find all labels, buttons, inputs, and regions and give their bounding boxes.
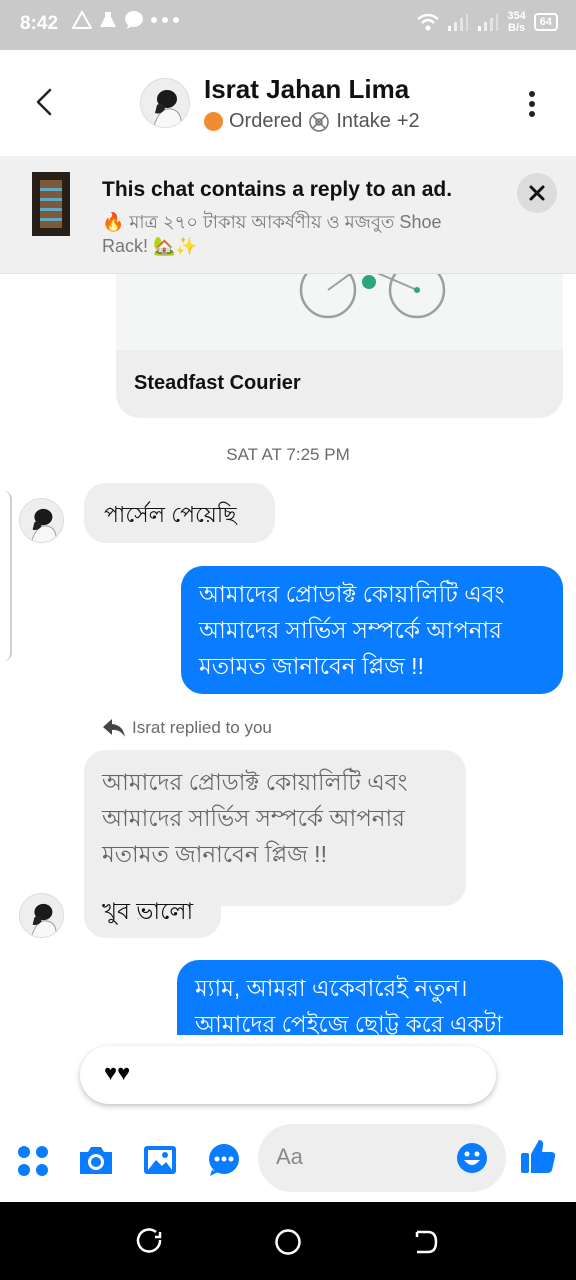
ad-thumbnail [32, 172, 70, 236]
shoe-rack-image [34, 174, 68, 234]
label-ordered: Ordered [229, 110, 303, 132]
signal-icon [448, 14, 469, 31]
message-input-placeholder: Aa [276, 1144, 303, 1169]
back-nav-icon[interactable] [412, 1228, 440, 1256]
status-time: 8:42 [20, 13, 59, 34]
net-speed: 354 B/s [507, 10, 525, 34]
emoji-icon[interactable] [456, 1142, 488, 1174]
label-intake: Intake [336, 110, 391, 132]
reply-indicator: Israt replied to you [102, 717, 272, 739]
chat-more-icon[interactable] [204, 1140, 244, 1180]
intake-label-icon [309, 111, 330, 132]
ordered-label-dot [204, 112, 223, 131]
battery-indicator: 64 [533, 13, 558, 31]
message-avatar[interactable] [19, 893, 64, 938]
back-arrow-icon[interactable] [30, 86, 62, 118]
courier-illustration [299, 274, 446, 319]
camera-icon[interactable] [76, 1140, 116, 1180]
reply-arrow-icon [103, 719, 125, 737]
close-ad-banner-button[interactable] [517, 173, 557, 213]
thumbs-up-icon[interactable] [518, 1136, 558, 1176]
ad-reply-banner[interactable]: This chat contains a reply to an ad. 🔥 ম… [0, 156, 576, 274]
reply-label: Israt replied to you [132, 718, 272, 737]
flask-icon [100, 12, 116, 27]
close-icon [529, 185, 545, 201]
message-avatar[interactable] [19, 498, 64, 543]
message-line: ম্যাম, আমরা একেবারেই নতুন। [195, 975, 468, 1001]
message-outgoing[interactable]: আমাদের প্রোডাক্ট কোয়ালিটি এবং আমাদের সা… [181, 566, 563, 694]
notification-icons [72, 10, 180, 30]
home-nav-icon[interactable] [274, 1228, 302, 1256]
status-right: 354 B/s 64 [417, 10, 558, 34]
link-card-title: Steadfast Courier [134, 372, 301, 394]
reaction-text: ♥♥ [104, 1060, 131, 1085]
link-card-preview[interactable] [116, 274, 563, 351]
reaction-bar[interactable]: ♥♥ [80, 1046, 496, 1104]
wifi-icon [417, 13, 440, 31]
message-line: আমাদের পেইজে ছোট্ট করে একটা [195, 1011, 503, 1035]
gallery-icon[interactable] [140, 1140, 180, 1180]
edge-panel-handle[interactable] [0, 490, 12, 662]
chat-header: Israt Jahan Lima Ordered Intake +2 [0, 50, 576, 156]
ad-banner-text: 🔥 মাত্র ২৭০ টাকায় আকর্ষণীয় ও মজবুত Sho… [102, 212, 442, 256]
contact-name[interactable]: Israt Jahan Lima [204, 74, 409, 105]
ad-banner-title: This chat contains a reply to an ad. [102, 178, 453, 201]
messenger-notif-icon [125, 11, 143, 29]
link-card[interactable]: Steadfast Courier [116, 350, 563, 418]
signal-icon-2 [478, 14, 499, 31]
extra-labels-count: +2 [396, 110, 420, 132]
apps-grid-icon[interactable] [14, 1140, 54, 1180]
message-incoming[interactable]: পার্সেল পেয়েছি [84, 483, 275, 543]
screen: 8:42 354 B/s 64 Israt Jahan Lima Ordered [0, 0, 576, 1280]
message-incoming-reply[interactable]: খুব ভালো [84, 880, 221, 938]
status-bar: 8:42 354 B/s 64 [0, 0, 576, 50]
message-outgoing-2[interactable]: ম্যাম, আমরা একেবারেই নতুন। আমাদের পেইজে … [177, 960, 563, 1035]
contact-labels[interactable]: Ordered Intake +2 [204, 110, 420, 133]
message-input[interactable]: Aa [258, 1124, 506, 1192]
composer-bar: Aa [0, 1118, 576, 1202]
avatar-image [20, 894, 63, 937]
net-speed-value: 354 [507, 10, 526, 22]
contact-avatar[interactable] [140, 78, 190, 128]
net-speed-unit: B/s [508, 22, 526, 34]
warning-icon [72, 10, 92, 29]
more-vert-icon[interactable] [524, 90, 540, 118]
system-nav-bar [0, 1202, 576, 1280]
recents-nav-icon[interactable] [136, 1228, 164, 1256]
avatar-image [141, 79, 189, 127]
chat-timestamp: SAT AT 7:25 PM [226, 445, 350, 464]
more-notifications-icon [151, 17, 179, 23]
message-clip: ম্যাম, আমরা একেবারেই নতুন। আমাদের পেইজে … [0, 955, 576, 1035]
avatar-image [20, 499, 63, 542]
